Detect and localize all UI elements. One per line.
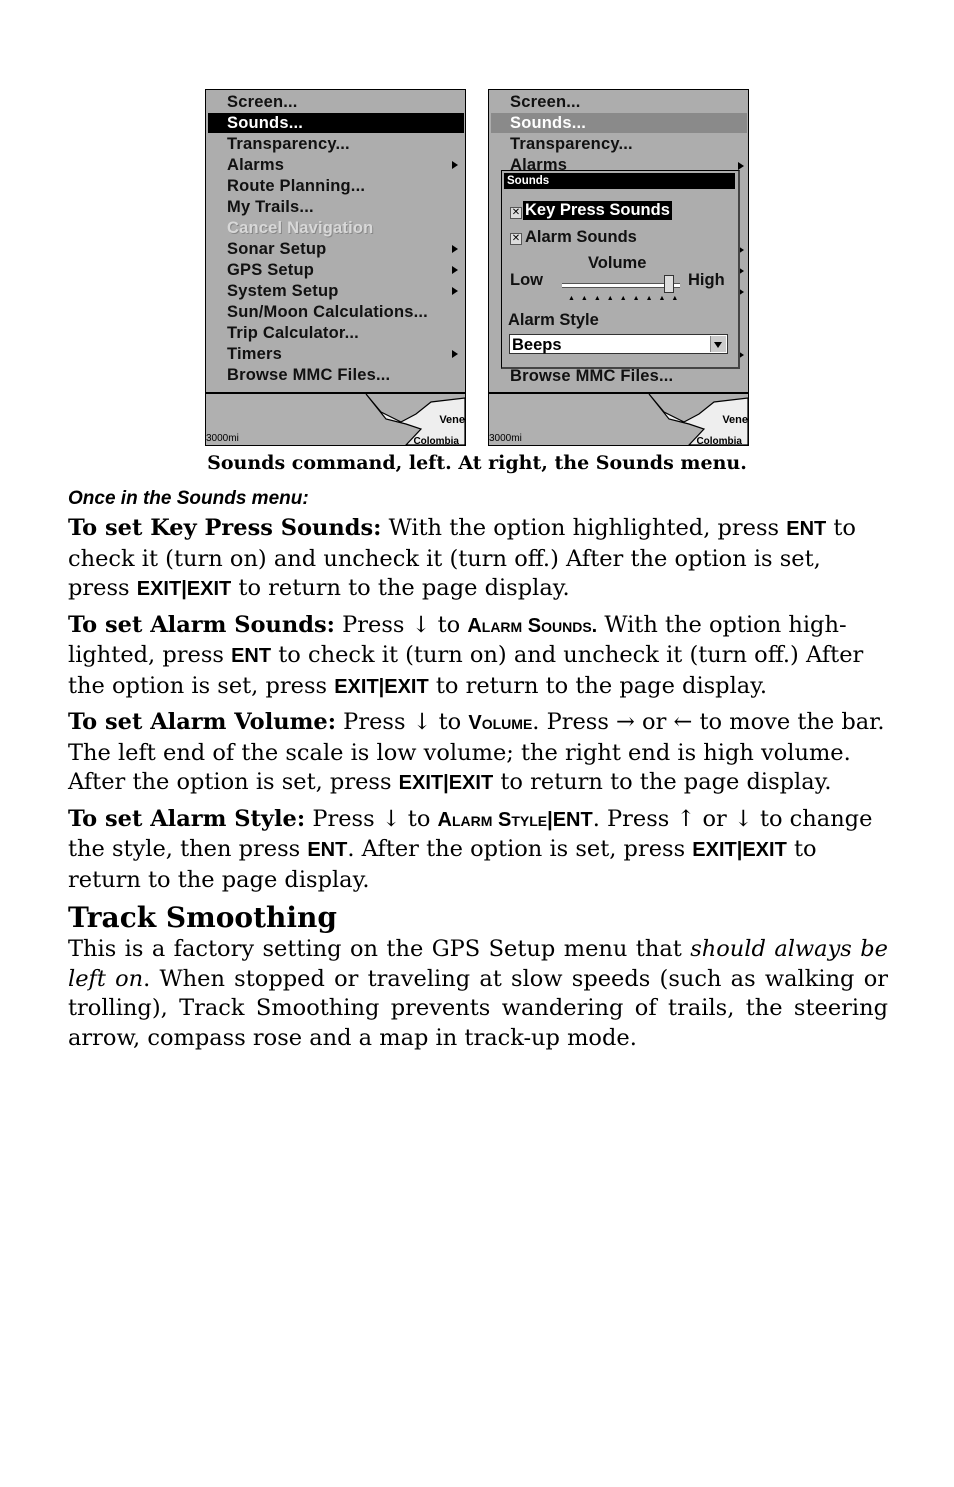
- key-name: ENT: [231, 645, 272, 667]
- menu-item[interactable]: Transparency...: [491, 134, 747, 154]
- text-run: Press ↓ to: [305, 805, 438, 832]
- lead-in: To set Alarm Sounds:: [68, 611, 335, 638]
- submenu-arrow-icon: [452, 287, 458, 295]
- map-scale: 3000mi: [206, 433, 239, 444]
- main-menu: Screen... Sounds... Transparency... Alarms R…: [206, 90, 465, 394]
- map-label: Colombia: [696, 436, 742, 446]
- key-name: EXIT|EXIT: [692, 839, 787, 861]
- map-label: Vene: [722, 414, 748, 426]
- alarm-style-value: Beeps: [512, 336, 562, 354]
- map-label: Colombia: [413, 436, 459, 446]
- volume-ticks: ▲▲▲▲▲▲▲▲▲: [568, 295, 685, 302]
- instruction-paragraph: To set Alarm Sounds: Press ↓ to Alarm So…: [68, 611, 888, 703]
- menu-item[interactable]: Cancel Navigation: [208, 218, 464, 238]
- lead-in: To set Key Press Sounds:: [68, 515, 382, 541]
- dialog-title: Sounds: [504, 173, 735, 189]
- instructions: To set Key Press Sounds: With the option…: [68, 514, 888, 895]
- map-strip: 3000mi Vene Colombia: [206, 394, 465, 445]
- figure-caption: Sounds command, left. At right, the Soun…: [207, 452, 747, 474]
- menu-item[interactable]: Screen...: [208, 92, 464, 112]
- menu-item[interactable]: My Trails...: [208, 197, 464, 217]
- alarm-sounds-label[interactable]: Alarm Sounds: [525, 228, 637, 247]
- low-label: Low: [510, 271, 543, 289]
- instruction-paragraph: To set Alarm Style: Press ↓ to Alarm Sty…: [68, 805, 888, 896]
- menu-item[interactable]: Trip Calculator...: [208, 323, 464, 343]
- key-press-label[interactable]: Key Press Sounds: [523, 201, 672, 220]
- section-paragraph: This is a factory setting on the GPS Set…: [68, 935, 888, 1053]
- section-title: Track Smoothing: [68, 901, 337, 934]
- instruction-paragraph: To set Key Press Sounds: With the option…: [68, 514, 888, 605]
- alarm-style-select[interactable]: Beeps: [509, 334, 728, 354]
- map-strip: 3000mi Vene Colombia: [489, 394, 748, 445]
- menu-item[interactable]: Screen...: [491, 92, 747, 112]
- map-label: Vene: [439, 414, 465, 426]
- menu-item[interactable]: GPS Setup: [208, 260, 464, 280]
- main-menu: Screen... Sounds... Transparency... Alar…: [489, 90, 748, 394]
- text-run: Volume: [468, 712, 533, 734]
- text-run: to return to the page display.: [428, 672, 768, 699]
- key-name: EXIT|EXIT: [136, 578, 232, 600]
- chevron-down-icon[interactable]: [710, 336, 726, 352]
- volume-label: Volume: [588, 254, 647, 272]
- key-name: |ENT: [547, 808, 593, 831]
- menu-item[interactable]: Sonar Setup: [208, 239, 464, 259]
- map-scale: 3000mi: [489, 433, 522, 444]
- menu-item[interactable]: System Setup: [208, 281, 464, 301]
- key-name: ENT: [786, 518, 827, 540]
- key-name: ENT: [307, 839, 348, 861]
- key-name: EXIT|EXIT: [334, 675, 429, 698]
- submenu-arrow-icon: [452, 350, 458, 358]
- high-label: High: [688, 271, 725, 289]
- alarm-sounds-checkbox[interactable]: ✕: [510, 233, 522, 245]
- right-screenshot: Screen... Sounds... Transparency... Alar…: [488, 89, 749, 446]
- menu-item[interactable]: Sounds...: [208, 113, 464, 133]
- volume-slider-thumb[interactable]: [664, 275, 675, 293]
- submenu-arrow-icon: [452, 266, 458, 274]
- submenu-arrow-icon: [452, 161, 458, 169]
- key-press-checkbox[interactable]: ✕: [510, 207, 522, 219]
- body-text: To set Key Press Sounds: With the option…: [68, 514, 888, 1053]
- text-run: Alarm Sounds.: [467, 614, 598, 637]
- lead-in: To set Alarm Volume:: [68, 709, 337, 735]
- text-run: With the option highlighted, press: [381, 515, 787, 541]
- menu-item[interactable]: Transparency...: [208, 134, 464, 154]
- menu-item[interactable]: Sun/Moon Calculations...: [208, 302, 464, 322]
- text-run: Alarm Style: [437, 808, 548, 831]
- menu-item[interactable]: Browse MMC Files...: [208, 365, 464, 385]
- text-run: This is a factory setting on the GPS Set…: [68, 936, 691, 962]
- submenu-arrow-icon: [452, 245, 458, 253]
- left-screenshot: Screen... Sounds... Transparency... Alarms R…: [205, 89, 466, 446]
- sounds-dialog: Sounds ✕ Key Press Sounds ✕ Alarm Sounds…: [501, 170, 740, 369]
- text-run: to return to the page display.: [493, 769, 832, 795]
- instruction-paragraph: To set Alarm Volume: Press ↓ to Volume. …: [68, 708, 888, 799]
- menu-item[interactable]: Alarms: [208, 155, 464, 175]
- menu-item[interactable]: Browse MMC Files...: [491, 366, 747, 386]
- menu-item-selected[interactable]: Sounds...: [491, 113, 747, 133]
- text-run: to return to the page display.: [231, 575, 570, 601]
- volume-slider-track[interactable]: [562, 283, 680, 288]
- text-run: Press ↓ to: [334, 611, 468, 638]
- menu-item[interactable]: Route Planning...: [208, 176, 464, 196]
- submenu-arrow-icon: [738, 162, 744, 170]
- menu-item[interactable]: Timers: [208, 344, 464, 364]
- subheading: Once in the Sounds menu:: [68, 488, 309, 509]
- lead-in: To set Alarm Style:: [68, 805, 306, 832]
- text-run: Press ↓ to: [336, 709, 469, 735]
- text-run: . When stopped or traveling at slow spee…: [68, 965, 888, 1051]
- text-run: . After the option is set, press: [347, 836, 693, 862]
- key-name: EXIT|EXIT: [398, 772, 494, 794]
- alarm-style-label: Alarm Style: [508, 311, 599, 329]
